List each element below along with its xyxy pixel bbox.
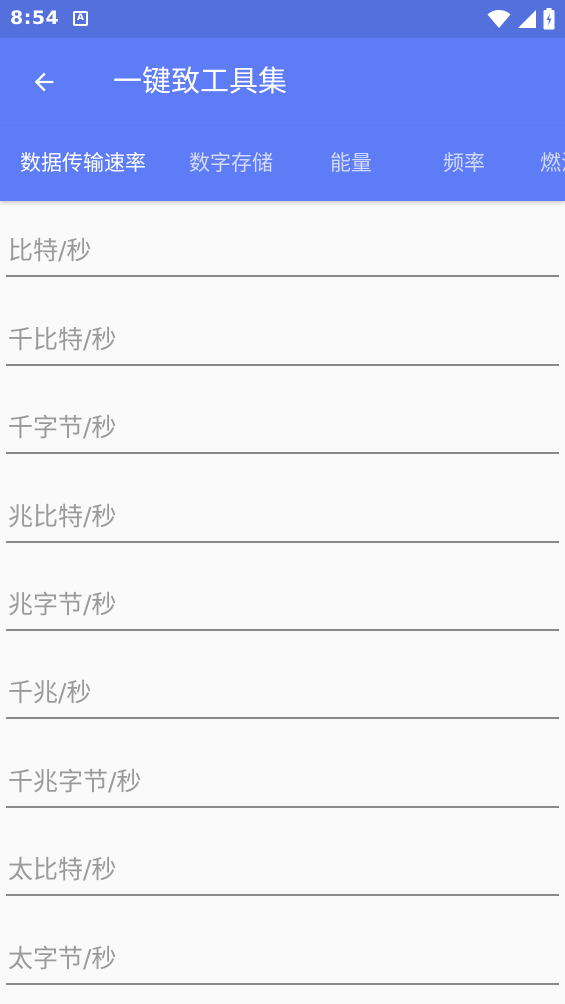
field-underline [6,717,559,719]
cellular-signal-icon [518,10,536,28]
bits-per-second-input[interactable]: 比特/秒 [6,231,559,311]
tab-energy[interactable]: 能量 [330,126,372,201]
field-underline [6,983,559,985]
field-placeholder: 千比特/秒 [8,325,117,354]
field-placeholder: 千兆字节/秒 [8,767,142,796]
field-underline [6,806,559,808]
gigabits-per-second-input[interactable]: 千兆/秒 [6,673,559,753]
field-placeholder: 太字节/秒 [8,944,117,973]
field-placeholder: 千兆/秒 [8,678,92,707]
back-button[interactable] [24,60,64,104]
field-placeholder: 兆字节/秒 [8,590,117,619]
gigabytes-per-second-input[interactable]: 千兆字节/秒 [6,762,559,842]
field-underline [6,364,559,366]
terabytes-per-second-input[interactable]: 太字节/秒 [6,939,559,1004]
tab-digital-storage[interactable]: 数字存储 [189,126,273,201]
field-underline [6,894,559,896]
field-placeholder: 太比特/秒 [8,855,117,884]
field-placeholder: 比特/秒 [8,236,92,265]
notification-icon: A [73,11,88,26]
battery-charging-icon [543,8,555,30]
tab-fuel[interactable]: 燃油 [540,126,565,201]
page-title: 一键致工具集 [113,64,288,98]
app-bar: 一键致工具集 [0,38,565,126]
field-underline [6,275,559,277]
field-placeholder: 千字节/秒 [8,413,117,442]
status-icons [487,8,555,30]
field-underline [6,452,559,454]
wifi-icon [487,10,511,28]
megabytes-per-second-input[interactable]: 兆字节/秒 [6,585,559,665]
status-time: 8:54 [10,7,60,29]
tab-frequency[interactable]: 频率 [443,126,485,201]
status-bar: 8:54 A [0,0,565,38]
terabits-per-second-input[interactable]: 太比特/秒 [6,850,559,930]
field-underline [6,541,559,543]
kilobytes-per-second-input[interactable]: 千字节/秒 [6,408,559,488]
arrow-left-icon [34,72,54,92]
tab-data-transfer-rate[interactable]: 数据传输速率 [20,126,146,201]
kilobits-per-second-input[interactable]: 千比特/秒 [6,320,559,400]
field-placeholder: 兆比特/秒 [8,502,117,531]
megabits-per-second-input[interactable]: 兆比特/秒 [6,497,559,577]
unit-input-list: 比特/秒 千比特/秒 千字节/秒 兆比特/秒 兆字节/秒 千兆/秒 千兆字节/秒… [0,201,565,1004]
tab-bar: 数据传输速率 数字存储 能量 频率 燃油 [0,126,565,201]
field-underline [6,629,559,631]
